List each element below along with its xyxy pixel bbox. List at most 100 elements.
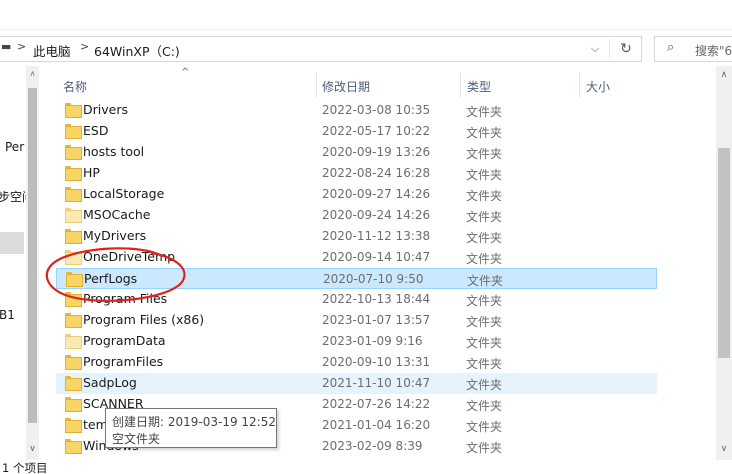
search-box[interactable]: ⌕ 搜索"64 [654,36,732,62]
nav-scroll-down-arrow[interactable]: ∨ [26,442,39,456]
file-type: 文件夹 [466,441,503,455]
folder-icon-hidden [65,334,82,349]
scroll-up-arrow[interactable]: ∧ [716,68,732,82]
file-row[interactable]: MyDrivers 2020-11-12 13:38 文件夹 [56,226,657,247]
column-header-label: 大小 [586,80,611,94]
file-row[interactable]: Drivers 2022-03-08 10:35 文件夹 [56,100,657,121]
file-name: ProgramFiles [83,354,164,369]
nav-item-fragment[interactable]: B1 [0,308,15,322]
address-history-dropdown[interactable]: ⌵ [585,38,605,60]
file-row[interactable]: OneDriveTemp 2020-09-14 10:47 文件夹 [56,247,657,268]
file-modified-date: 2022-08-24 16:28 [322,166,431,180]
folder-icon [65,397,82,412]
file-modified-date: 2021-11-10 10:47 [322,376,431,390]
nav-selected-item[interactable] [0,232,24,254]
column-header-date[interactable]: 修改日期 [317,72,460,98]
column-header-label: 类型 [467,80,492,94]
file-modified-date: 2020-09-14 10:47 [322,250,431,264]
file-modified-date: 2022-03-08 10:35 [322,103,431,117]
file-type: 文件夹 [466,252,503,266]
file-modified-date: 2020-09-24 14:26 [322,208,431,222]
folder-icon [66,272,83,287]
file-row[interactable]: PerfLogs 2020-07-10 9:50 文件夹 [56,268,657,289]
search-icon: ⌕ [667,40,675,55]
file-row[interactable]: ESD 2022-05-17 10:22 文件夹 [56,121,657,142]
address-bar[interactable]: ▬ > 此电脑 > 64WinXP（C:) ⌵ ↻ [0,36,642,62]
file-name: MyDrivers [83,228,147,243]
file-type: 文件夹 [466,105,503,119]
scrollbar-thumb[interactable] [718,148,730,358]
folder-icon [65,103,82,118]
file-type: 文件夹 [466,210,503,224]
file-modified-date: 2022-10-13 18:44 [322,292,431,306]
file-name: hosts tool [83,144,145,159]
file-type: 文件夹 [467,274,504,288]
search-placeholder: 搜索"64 [695,44,732,58]
file-type: 文件夹 [466,399,503,413]
file-name: SadpLog [83,375,137,390]
file-name: MSOCache [83,207,151,222]
column-header-label: 名称 [63,80,88,94]
file-row[interactable]: SadpLog 2021-11-10 10:47 文件夹 [56,373,657,394]
column-header-size[interactable]: 大小 [580,72,658,98]
file-name: ProgramData [83,333,166,348]
file-row[interactable]: ProgramFiles 2020-09-10 13:31 文件夹 [56,352,657,373]
file-modified-date: 2023-01-07 13:57 [322,313,431,327]
file-row[interactable]: ProgramData 2023-01-09 9:16 文件夹 [56,331,657,352]
file-type: 文件夹 [466,420,503,434]
file-name: ESD [83,123,109,138]
folder-icon [65,292,82,307]
column-header-type[interactable]: 类型 [461,72,579,98]
file-modified-date: 2020-09-19 13:26 [322,145,431,159]
file-row[interactable]: Program Files (x86) 2023-01-07 13:57 文件夹 [56,310,657,331]
folder-icon [65,166,82,181]
file-type: 文件夹 [466,126,503,140]
chevron-right-icon[interactable]: > [80,40,89,53]
folder-icon [65,439,82,454]
file-type: 文件夹 [466,378,503,392]
folder-info-tooltip: 创建日期: 2019-03-19 12:52 空文件夹 [105,408,277,448]
file-modified-date: 2021-01-04 16:20 [322,418,431,432]
folder-icon [65,145,82,160]
file-type: 文件夹 [466,147,503,161]
file-type: 文件夹 [466,294,503,308]
pc-icon: ▬ [1,40,12,53]
file-name: Drivers [83,102,128,117]
file-modified-date: 2023-01-09 9:16 [322,334,423,348]
file-type: 文件夹 [466,357,503,371]
chevron-right-icon[interactable]: > [17,40,26,53]
folder-icon [65,229,82,244]
file-name: Program Files [83,291,168,306]
folder-icon [65,376,82,391]
file-modified-date: 2020-09-27 14:26 [322,187,431,201]
file-type: 文件夹 [466,168,503,182]
breadcrumb-this-pc[interactable]: 此电脑 [33,41,71,60]
file-name: PerfLogs [84,271,138,286]
file-name: LocalStorage [83,186,165,201]
refresh-button[interactable]: ↻ [614,38,638,60]
nav-item-fragment[interactable]: Per [5,140,24,154]
folder-icon-hidden [65,208,82,223]
file-row[interactable]: HP 2022-08-24 16:28 文件夹 [56,163,657,184]
file-row[interactable]: Program Files 2022-10-13 18:44 文件夹 [56,289,657,310]
file-type: 文件夹 [466,189,503,203]
file-name: HP [83,165,100,180]
tooltip-empty-folder: 空文件夹 [112,432,161,446]
folder-icon-hidden [65,250,82,265]
file-row[interactable]: LocalStorage 2020-09-27 14:26 文件夹 [56,184,657,205]
breadcrumb-drive-c[interactable]: 64WinXP（C:) [94,41,180,60]
file-row[interactable]: hosts tool 2020-09-19 13:26 文件夹 [56,142,657,163]
file-modified-date: 2023-02-09 8:39 [322,439,423,453]
scroll-down-arrow[interactable]: ∨ [716,442,732,456]
file-name: OneDriveTemp [83,249,176,264]
status-bar: 1 个项目 [0,460,732,474]
file-row[interactable]: MSOCache 2020-09-24 14:26 文件夹 [56,205,657,226]
column-header-name[interactable]: 名称 [56,72,316,98]
folder-icon [65,124,82,139]
toolbar-strip [0,0,732,30]
nav-scroll-up-arrow[interactable]: ∧ [26,68,39,80]
file-modified-date: 2020-09-10 13:31 [322,355,431,369]
folder-icon [65,355,82,370]
file-type: 文件夹 [466,315,503,329]
nav-scrollbar-thumb[interactable] [28,88,37,423]
